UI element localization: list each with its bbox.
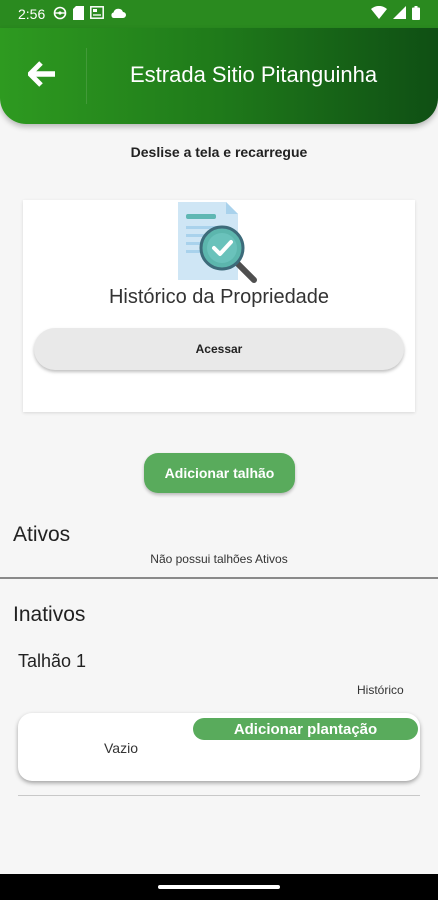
app-bar-divider <box>86 48 87 104</box>
wifi-icon <box>371 5 387 22</box>
section-divider <box>0 577 438 579</box>
app-bar: Estrada Sitio Pitanguinha <box>0 28 438 124</box>
status-bar: 2:56 <box>0 0 438 28</box>
crop-status: Vazio <box>104 740 138 756</box>
battery-icon <box>412 5 420 23</box>
back-button[interactable] <box>22 58 62 94</box>
system-nav-bar <box>0 874 438 900</box>
news-icon <box>90 6 105 22</box>
history-card: Histórico da Propriedade Acessar <box>23 200 415 412</box>
arrow-left-icon <box>26 60 56 92</box>
document-check-icon <box>178 202 260 284</box>
steering-icon <box>53 6 67 23</box>
status-time: 2:56 <box>18 6 46 22</box>
access-button[interactable]: Acessar <box>34 328 404 370</box>
active-empty-text: Não possui talhões Ativos <box>150 552 288 566</box>
page-title: Estrada Sitio Pitanguinha <box>130 62 378 87</box>
home-gesture-handle[interactable] <box>158 885 280 889</box>
inactive-section-title: Inativos <box>13 603 86 626</box>
add-talhao-button[interactable]: Adicionar talhão <box>144 453 295 493</box>
refresh-hint: Deslise a tela e recarregue <box>130 144 308 160</box>
add-plantation-button[interactable]: Adicionar plantação <box>193 718 418 740</box>
sim-card-icon <box>73 5 85 23</box>
active-section-title: Ativos <box>13 523 71 546</box>
list-divider <box>18 795 420 796</box>
talhao-name: Talhão 1 <box>18 651 87 671</box>
signal-icon <box>393 6 406 22</box>
history-card-title: Histórico da Propriedade <box>108 286 330 308</box>
talhao-history-link[interactable]: Histórico <box>357 683 404 697</box>
cloud-icon <box>110 6 127 22</box>
